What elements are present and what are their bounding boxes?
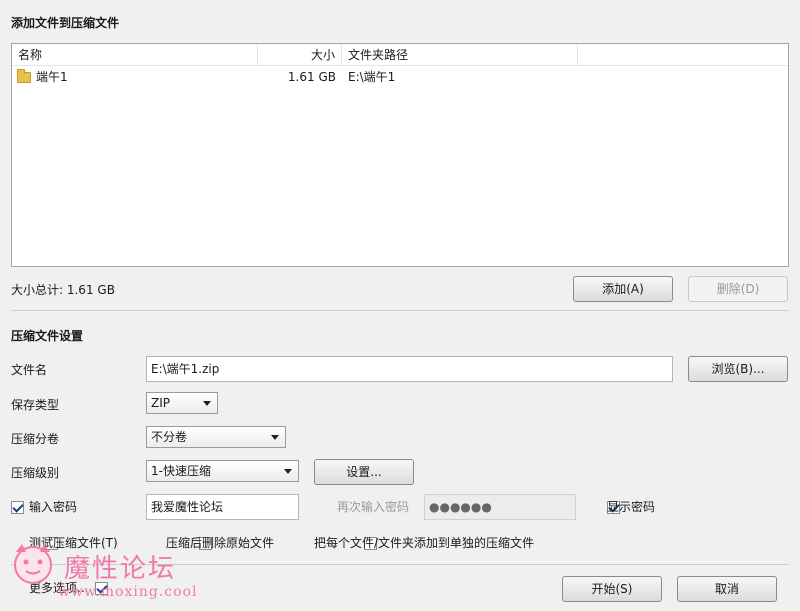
level-label: 压缩级别 [11, 466, 60, 480]
filename-input[interactable]: E:\端午1.zip [146, 356, 673, 382]
password-input[interactable]: 我爱魔性论坛 [146, 494, 299, 520]
save-type-value: ZIP [151, 396, 170, 410]
chevron-down-icon [284, 469, 292, 474]
confirm-password-input[interactable]: ●●●●●● [424, 494, 576, 520]
save-type-select[interactable]: ZIP [146, 392, 218, 414]
column-header-path[interactable]: 文件夹路径 [342, 44, 578, 66]
chevron-down-icon [203, 401, 211, 406]
column-header-name[interactable]: 名称 [12, 44, 258, 66]
cancel-button[interactable]: 取消 [677, 576, 777, 602]
password-label[interactable]: 输入密码 [29, 499, 77, 515]
volume-value: 不分卷 [151, 430, 188, 444]
save-type-label: 保存类型 [11, 398, 60, 412]
more-options-label[interactable]: 更多选项... [29, 580, 88, 596]
level-select[interactable]: 1-快速压缩 [146, 460, 299, 482]
show-password-label[interactable]: 显示密码 [607, 499, 655, 515]
browse-button[interactable]: 浏览(B)... [688, 356, 788, 382]
volume-select[interactable]: 不分卷 [146, 426, 286, 448]
confirm-password-label: 再次输入密码 [337, 500, 410, 514]
section-divider [11, 310, 789, 311]
more-options-checkbox[interactable] [95, 582, 109, 595]
file-row-name: 端午1 [36, 70, 68, 84]
footer-divider [11, 564, 789, 565]
filename-label: 文件名 [11, 363, 48, 377]
start-button[interactable]: 开始(S) [562, 576, 662, 602]
volume-label: 压缩分卷 [11, 432, 60, 446]
add-section-title: 添加文件到压缩文件 [11, 16, 120, 30]
separate-archives-label[interactable]: 把每个文件/文件夹添加到单独的压缩文件 [314, 535, 534, 551]
delete-button[interactable]: 删除(D) [688, 276, 788, 302]
file-row[interactable]: 端午1 1.61 GB E:\端午1 [12, 67, 788, 87]
folder-icon [17, 69, 31, 83]
file-row-size: 1.61 GB [287, 70, 336, 84]
settings-button[interactable]: 设置... [314, 459, 414, 485]
file-list[interactable]: 名称 大小 文件夹路径 端午1 1.61 GB E:\端午1 [11, 43, 789, 267]
settings-section-title: 压缩文件设置 [11, 329, 84, 343]
chevron-down-icon [271, 435, 279, 440]
delete-after-label[interactable]: 压缩后删除原始文件 [166, 535, 274, 551]
file-list-header: 名称 大小 文件夹路径 [12, 44, 788, 66]
column-header-size[interactable]: 大小 [258, 44, 342, 66]
add-button[interactable]: 添加(A) [573, 276, 673, 302]
level-value: 1-快速压缩 [151, 464, 211, 478]
file-row-path: E:\端午1 [348, 70, 396, 84]
test-archive-label[interactable]: 测试压缩文件(T) [29, 535, 118, 551]
total-size: 大小总计: 1.61 GB [11, 283, 115, 297]
password-checkbox[interactable] [11, 501, 24, 514]
